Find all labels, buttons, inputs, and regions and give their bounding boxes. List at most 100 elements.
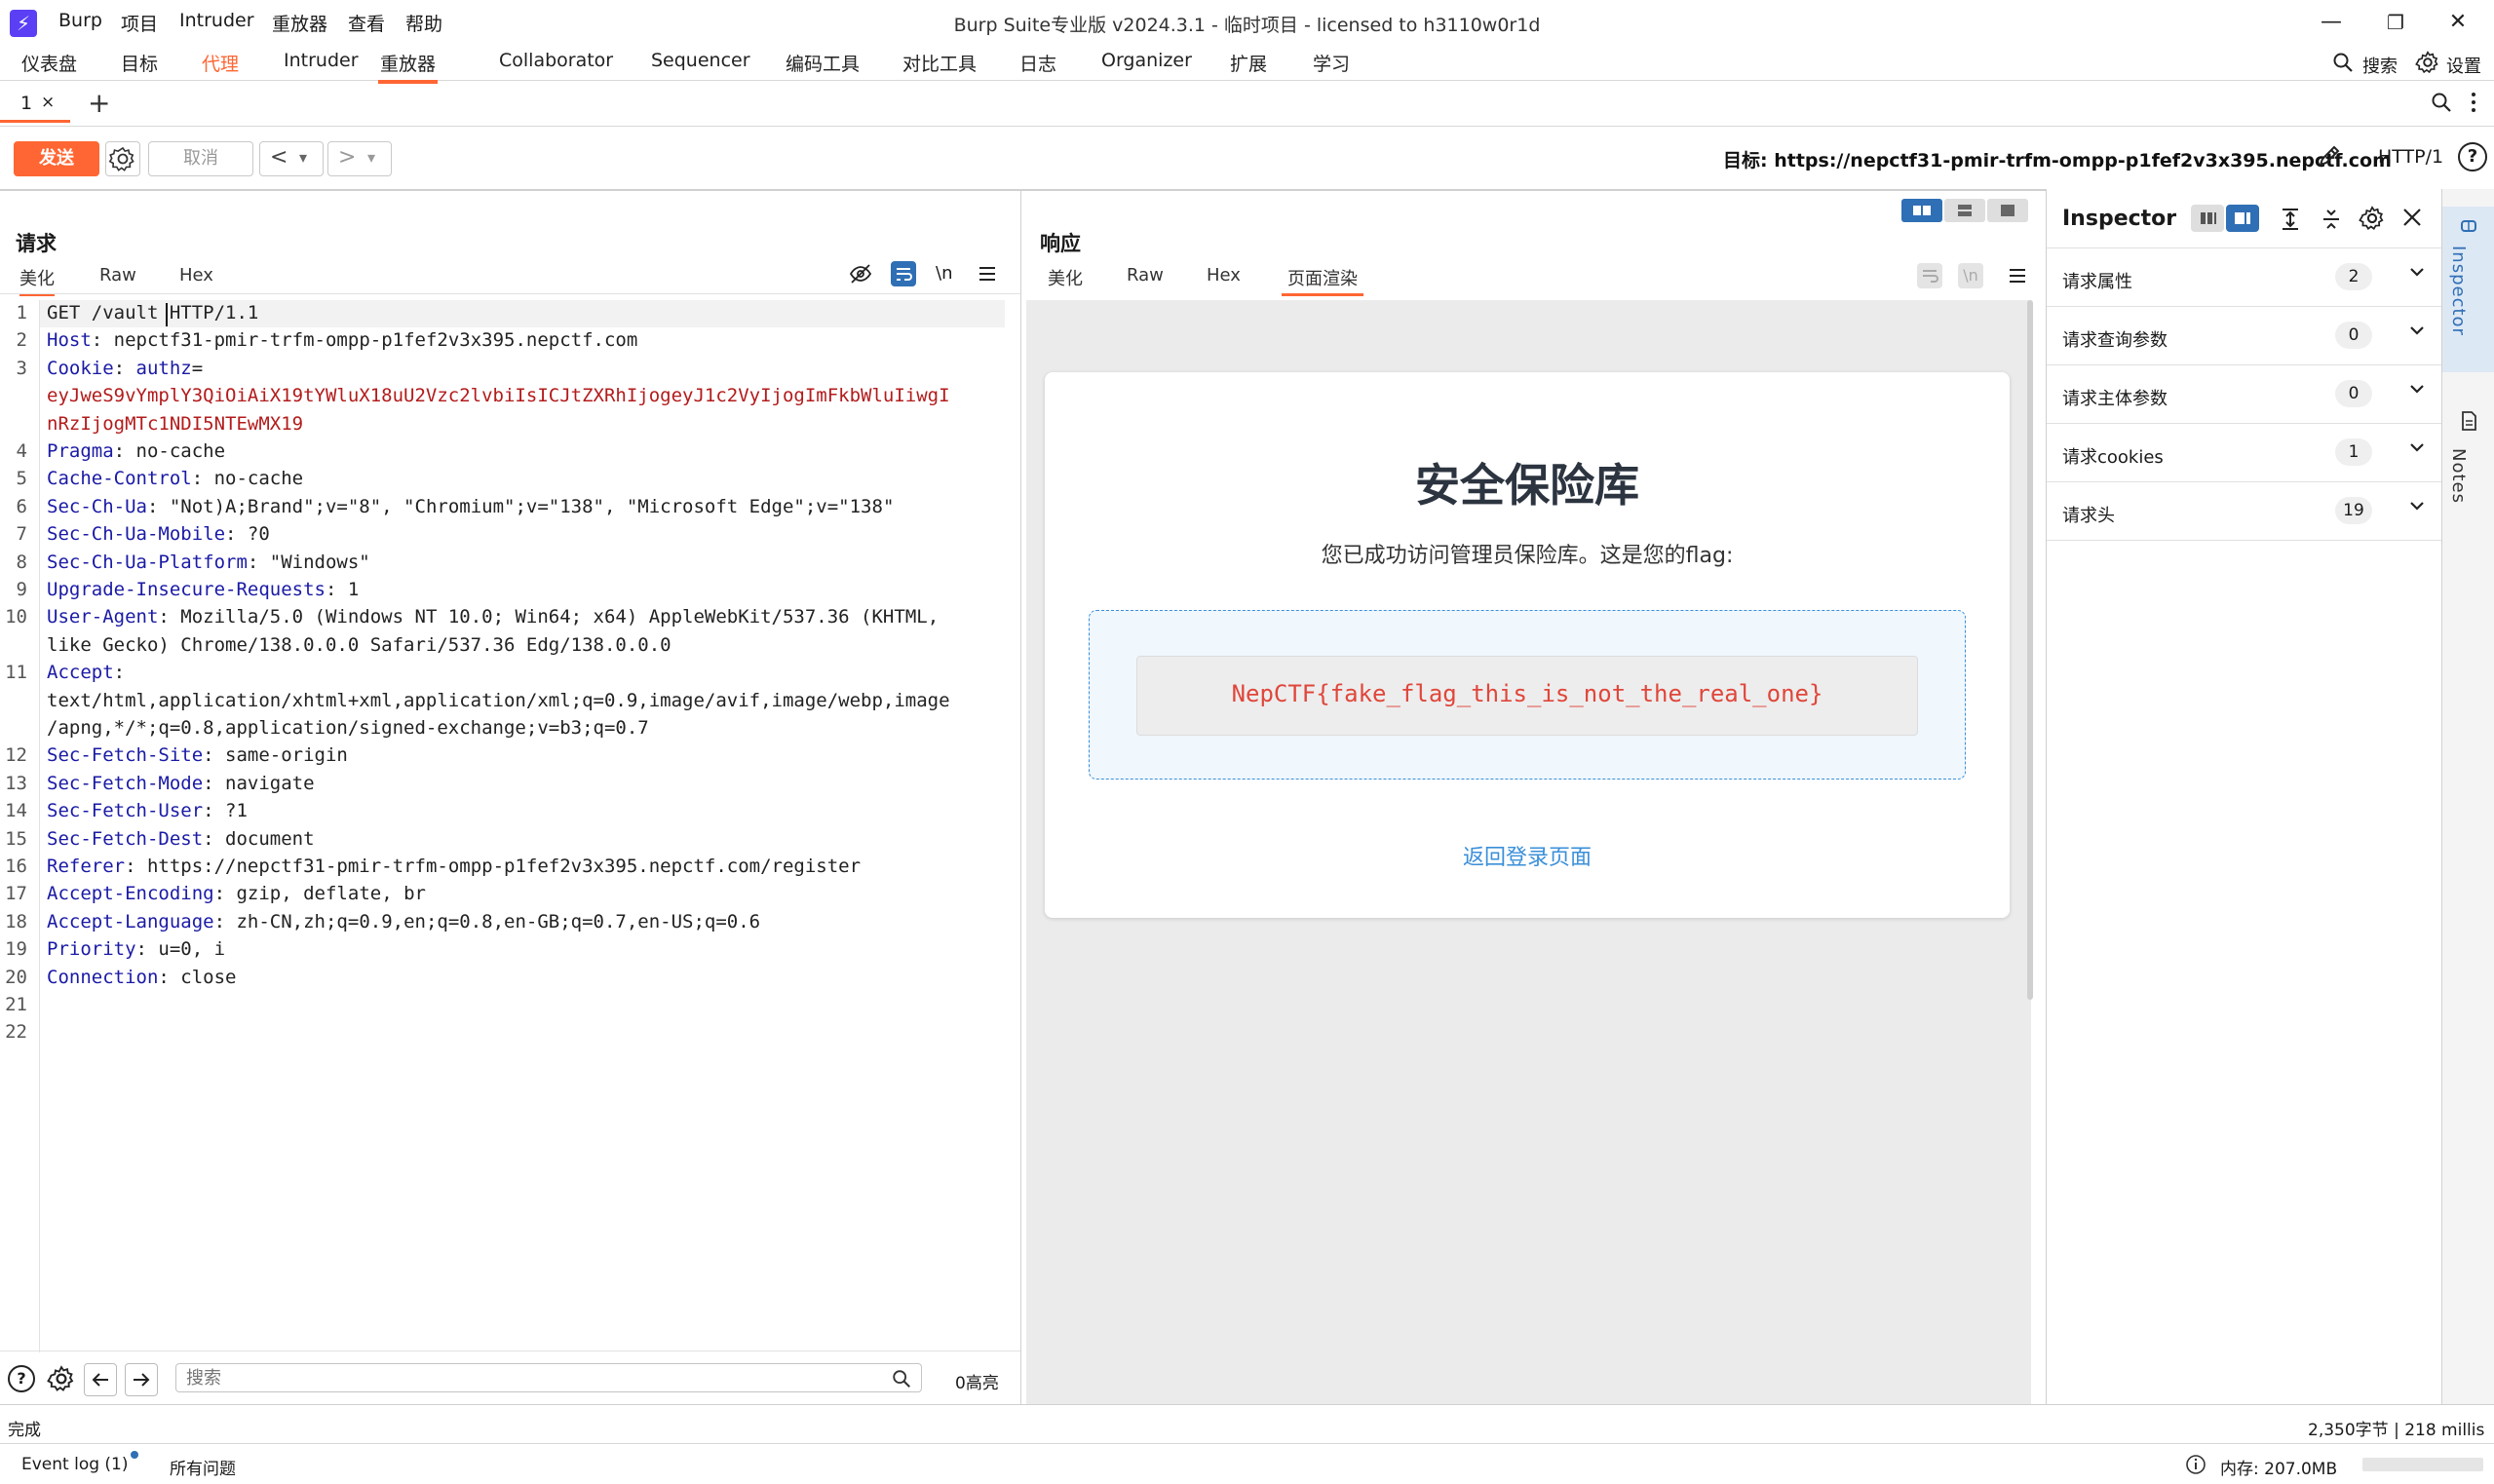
tab-proxy[interactable]: 代理 bbox=[202, 50, 239, 76]
request-line[interactable]: Cookie: authz= bbox=[47, 358, 203, 379]
request-line[interactable]: Cache-Control: no-cache bbox=[47, 468, 303, 489]
layout-split-horizontal-icon[interactable] bbox=[1901, 199, 1942, 222]
menu-burp[interactable]: Burp bbox=[58, 10, 102, 31]
request-line[interactable]: Sec-Fetch-Mode: navigate bbox=[47, 773, 315, 794]
chevron-down-icon[interactable] bbox=[2407, 262, 2427, 282]
request-line[interactable]: like Gecko) Chrome/138.0.0.0 Safari/537.… bbox=[47, 634, 671, 656]
layout-split-vertical-icon[interactable] bbox=[1944, 199, 1985, 222]
menu-view[interactable]: 查看 bbox=[348, 10, 385, 36]
chevron-down-icon[interactable] bbox=[2407, 379, 2427, 399]
send-button[interactable]: 发送 bbox=[14, 141, 99, 176]
tab-repeater[interactable]: 重放器 bbox=[378, 50, 439, 84]
request-line[interactable]: Referer: https://nepctf31-pmir-trfm-ompp… bbox=[47, 856, 861, 877]
all-issues-link[interactable]: 所有问题 bbox=[170, 1455, 236, 1479]
tab-dashboard[interactable]: 仪表盘 bbox=[21, 50, 77, 76]
add-tab-button[interactable]: + bbox=[88, 87, 110, 119]
tab-logger[interactable]: 日志 bbox=[1019, 50, 1056, 76]
request-line[interactable]: GET /vault HTTP/1.1 bbox=[47, 302, 258, 323]
request-line[interactable]: Accept-Language: zh-CN,zh;q=0.9,en;q=0.8… bbox=[47, 911, 760, 932]
back-to-login-link[interactable]: 返回登录页面 bbox=[1045, 840, 2010, 871]
chevron-down-icon[interactable] bbox=[2407, 438, 2427, 457]
request-tab-raw[interactable]: Raw bbox=[99, 265, 136, 285]
search-settings-gear-icon[interactable] bbox=[47, 1364, 76, 1393]
search-label[interactable]: 搜索 bbox=[2362, 53, 2398, 78]
chevron-down-icon[interactable] bbox=[2407, 496, 2427, 515]
request-line[interactable]: Sec-Fetch-Site: same-origin bbox=[47, 744, 348, 766]
more-options-icon[interactable] bbox=[2470, 91, 2477, 114]
request-line[interactable]: User-Agent: Mozilla/5.0 (Windows NT 10.0… bbox=[47, 606, 939, 628]
request-line[interactable]: Accept: bbox=[47, 662, 125, 683]
tab-search-icon[interactable] bbox=[2430, 91, 2453, 114]
request-line[interactable]: Sec-Ch-Ua-Mobile: ?0 bbox=[47, 523, 270, 545]
menu-intruder[interactable]: Intruder bbox=[179, 10, 254, 31]
inspector-row-headers[interactable]: 请求头 19 bbox=[2047, 482, 2441, 541]
chevron-down-icon[interactable] bbox=[2407, 321, 2427, 340]
request-line[interactable]: Sec-Fetch-Dest: document bbox=[47, 828, 315, 850]
request-editor[interactable]: 1 GET /vault HTTP/1.1 2 Host: nepctf31-pmir… bbox=[0, 300, 1020, 1352]
search-previous-button[interactable] bbox=[84, 1363, 117, 1396]
request-line[interactable]: eyJweS9vYmplY3QiOiAiX19tYWluX18uU2Vzc2lv… bbox=[47, 385, 950, 406]
search-next-button[interactable] bbox=[125, 1363, 158, 1396]
inspector-row-cookies[interactable]: 请求cookies 1 bbox=[2047, 424, 2441, 482]
tab-organizer[interactable]: Organizer bbox=[1101, 50, 1192, 71]
request-line[interactable]: Upgrade-Insecure-Requests: 1 bbox=[47, 579, 359, 600]
back-button[interactable]: < ▾ bbox=[259, 141, 324, 176]
menu-icon[interactable] bbox=[2007, 265, 2028, 286]
request-line[interactable]: Priority: u=0, i bbox=[47, 938, 225, 960]
request-line[interactable]: /apng,*/*;q=0.8,application/signed-excha… bbox=[47, 717, 649, 739]
menu-help[interactable]: 帮助 bbox=[405, 10, 442, 36]
help-icon[interactable]: ? bbox=[2458, 142, 2487, 171]
request-line[interactable]: Sec-Ch-Ua: "Not)A;Brand";v="8", "Chromiu… bbox=[47, 496, 894, 517]
tab-learn[interactable]: 学习 bbox=[1313, 50, 1350, 76]
request-line[interactable]: Pragma: no-cache bbox=[47, 440, 225, 462]
inspector-settings-gear-icon[interactable] bbox=[2359, 205, 2386, 232]
cancel-button[interactable]: 取消 bbox=[148, 141, 253, 176]
expand-all-icon[interactable] bbox=[2279, 207, 2302, 232]
request-tab-pretty[interactable]: 美化 bbox=[19, 265, 55, 296]
inspector-layout-active-icon[interactable] bbox=[2226, 205, 2259, 232]
wrap-lines-toggle-icon[interactable] bbox=[891, 261, 916, 286]
gear-icon[interactable] bbox=[2415, 50, 2440, 75]
menu-icon[interactable] bbox=[977, 263, 998, 285]
inspector-row-body-params[interactable]: 请求主体参数 0 bbox=[2047, 365, 2441, 424]
http-version-selector[interactable]: HTTP/1 bbox=[2378, 146, 2443, 168]
close-window-button[interactable]: ✕ bbox=[2438, 6, 2477, 39]
response-tab-raw[interactable]: Raw bbox=[1127, 265, 1164, 285]
tab-intruder[interactable]: Intruder bbox=[284, 50, 359, 71]
back-dropdown-icon[interactable]: ▾ bbox=[299, 142, 307, 173]
request-line[interactable]: Sec-Fetch-User: ?1 bbox=[47, 800, 248, 821]
response-tab-render[interactable]: 页面渲染 bbox=[1282, 265, 1363, 296]
sidebar-notes-tab[interactable]: Notes bbox=[2442, 401, 2494, 538]
forward-button[interactable]: > ▾ bbox=[327, 141, 392, 176]
minimize-button[interactable]: — bbox=[2312, 6, 2351, 39]
send-settings-button[interactable] bbox=[105, 141, 140, 176]
collapse-all-icon[interactable] bbox=[2320, 207, 2343, 232]
request-line[interactable]: text/html,application/xhtml+xml,applicat… bbox=[47, 690, 950, 711]
scrollbar[interactable] bbox=[2027, 300, 2033, 1000]
newline-toggle[interactable]: \n bbox=[936, 263, 952, 284]
response-render-area[interactable]: 安全保险库 您已成功访问管理员保险库。这是您的flag: NepCTF{fake… bbox=[1026, 300, 2033, 1404]
event-log-link[interactable]: Event log (1) bbox=[21, 1455, 129, 1474]
menu-project[interactable]: 项目 bbox=[121, 10, 158, 36]
edit-target-icon[interactable] bbox=[2316, 142, 2343, 170]
maximize-button[interactable]: ❐ bbox=[2376, 6, 2415, 39]
inspector-row-request-attributes[interactable]: 请求属性 2 bbox=[2047, 248, 2441, 307]
request-line[interactable]: Sec-Ch-Ua-Platform: "Windows" bbox=[47, 552, 370, 573]
request-line[interactable]: Connection: close bbox=[47, 967, 236, 988]
request-tab-hex[interactable]: Hex bbox=[179, 265, 213, 285]
sidebar-inspector-tab[interactable]: Inspector bbox=[2442, 207, 2494, 372]
menu-repeater[interactable]: 重放器 bbox=[272, 10, 327, 36]
repeater-tab-1[interactable]: 1 × bbox=[0, 85, 70, 123]
inspector-layout-icon[interactable] bbox=[2191, 205, 2224, 232]
hide-nonprintable-icon[interactable] bbox=[848, 261, 873, 286]
forward-dropdown-icon[interactable]: ▾ bbox=[367, 142, 375, 173]
close-icon[interactable] bbox=[2401, 207, 2423, 228]
search-input[interactable] bbox=[175, 1363, 922, 1392]
request-line[interactable]: nRzIjogMTc1NDI5NTEwMX19 bbox=[47, 413, 303, 435]
tab-target[interactable]: 目标 bbox=[121, 50, 158, 76]
tab-sequencer[interactable]: Sequencer bbox=[651, 50, 750, 71]
help-icon[interactable]: ? bbox=[8, 1365, 35, 1392]
settings-label[interactable]: 设置 bbox=[2446, 53, 2481, 78]
tab-decoder[interactable]: 编码工具 bbox=[786, 50, 860, 76]
response-tab-pretty[interactable]: 美化 bbox=[1048, 265, 1083, 290]
